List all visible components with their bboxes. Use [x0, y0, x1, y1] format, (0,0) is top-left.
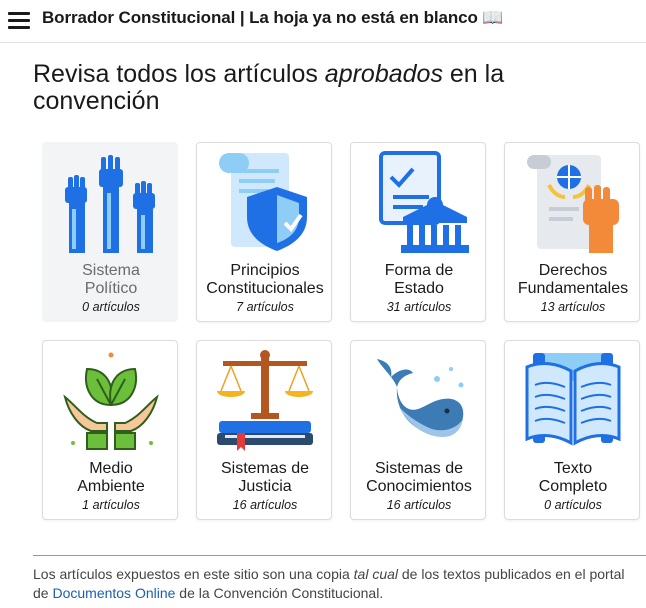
- card-title: Texto Completo: [505, 460, 641, 496]
- footer-text-part3: de la Convención Constitucional.: [175, 585, 384, 601]
- article-count: 16 artículos: [386, 498, 452, 512]
- article-count: 16 artículos: [232, 498, 298, 512]
- card-title-line1: Principios: [230, 262, 300, 279]
- documentos-online-link[interactable]: Documentos Online: [52, 585, 175, 601]
- raised-fists-icon: [65, 155, 155, 253]
- article-count: 13 artículos: [540, 300, 606, 314]
- heading-text-start: Revisa todos los artículos: [33, 60, 325, 88]
- footer-text-part1: Los artículos expuestos en este sitio so…: [33, 566, 354, 582]
- card-title: Sistemas de Justicia: [197, 460, 333, 496]
- whale-icon: [377, 359, 464, 437]
- card-title-line2: Ambiente: [77, 478, 145, 495]
- category-card-sistemas-de-justicia[interactable]: Sistemas de Justicia 16 artículos: [196, 340, 332, 520]
- open-book-icon: [525, 353, 621, 446]
- card-title-line2: Completo: [538, 478, 608, 495]
- category-card-forma-de-estado[interactable]: Forma de Estado 31 artículos: [350, 142, 486, 322]
- card-title-line1: Sistemas de: [374, 460, 464, 477]
- footer-emphasis: tal cual: [353, 566, 398, 582]
- category-card-sistemas-de-conocimientos[interactable]: Sistemas de Conocimientos 16 artículos: [350, 340, 486, 520]
- card-title-line1: Derechos: [538, 262, 608, 279]
- category-card-sistema-politico[interactable]: Sistema Político 0 artículos: [42, 142, 178, 322]
- charter-fist-icon: [527, 155, 619, 253]
- card-title-line2: Político: [84, 280, 138, 297]
- article-count: 31 artículos: [386, 300, 452, 314]
- card-title-line1: Forma de: [384, 262, 454, 279]
- footer-text: Los artículos expuestos en este sitio so…: [33, 565, 643, 603]
- card-title-line1: Sistemas de: [220, 460, 310, 477]
- article-count: 1 artículos: [82, 498, 140, 512]
- card-title-line2: Estado: [394, 280, 444, 297]
- menu-icon[interactable]: [8, 12, 30, 30]
- footer-divider: [33, 555, 646, 556]
- page-heading: Revisa todos los artículos aprobados en …: [33, 61, 593, 115]
- card-title-line1: Texto: [553, 460, 593, 477]
- category-card-texto-completo[interactable]: Texto Completo 0 artículos: [504, 340, 640, 520]
- app-title[interactable]: Borrador Constitucional | La hoja ya no …: [42, 8, 504, 28]
- card-title: Principios Constitucionales: [197, 262, 333, 298]
- card-title: Medio Ambiente: [43, 460, 179, 496]
- category-card-medio-ambiente[interactable]: Medio Ambiente 1 artículos: [42, 340, 178, 520]
- category-card-derechos-fundamentales[interactable]: Derechos Fundamentales 13 artículos: [504, 142, 640, 322]
- article-count: 0 artículos: [544, 498, 602, 512]
- card-title: Sistemas de Conocimientos: [351, 460, 487, 496]
- card-title: Sistema Político: [43, 262, 179, 298]
- card-title: Forma de Estado: [351, 262, 487, 298]
- card-title-line1: Medio: [89, 460, 133, 477]
- heading-emphasis: aprobados: [324, 60, 443, 88]
- top-bar: Borrador Constitucional | La hoja ya no …: [0, 0, 646, 43]
- card-title-line1: Sistema: [82, 262, 140, 279]
- article-count: 0 artículos: [82, 300, 140, 314]
- scroll-shield-icon: [219, 153, 307, 251]
- card-title-line2: Justicia: [238, 478, 292, 495]
- card-title-line2: Constitucionales: [206, 280, 324, 297]
- article-count: 7 artículos: [236, 300, 294, 314]
- card-title: Derechos Fundamentales: [505, 262, 641, 298]
- scales-books-icon: [217, 350, 313, 451]
- document-government-building-icon: [379, 151, 469, 253]
- card-title-line2: Conocimientos: [366, 478, 472, 495]
- card-title-line2: Fundamentales: [517, 280, 629, 297]
- hands-leaves-icon: [63, 352, 159, 450]
- category-card-principios-constitucionales[interactable]: Principios Constitucionales 7 artículos: [196, 142, 332, 322]
